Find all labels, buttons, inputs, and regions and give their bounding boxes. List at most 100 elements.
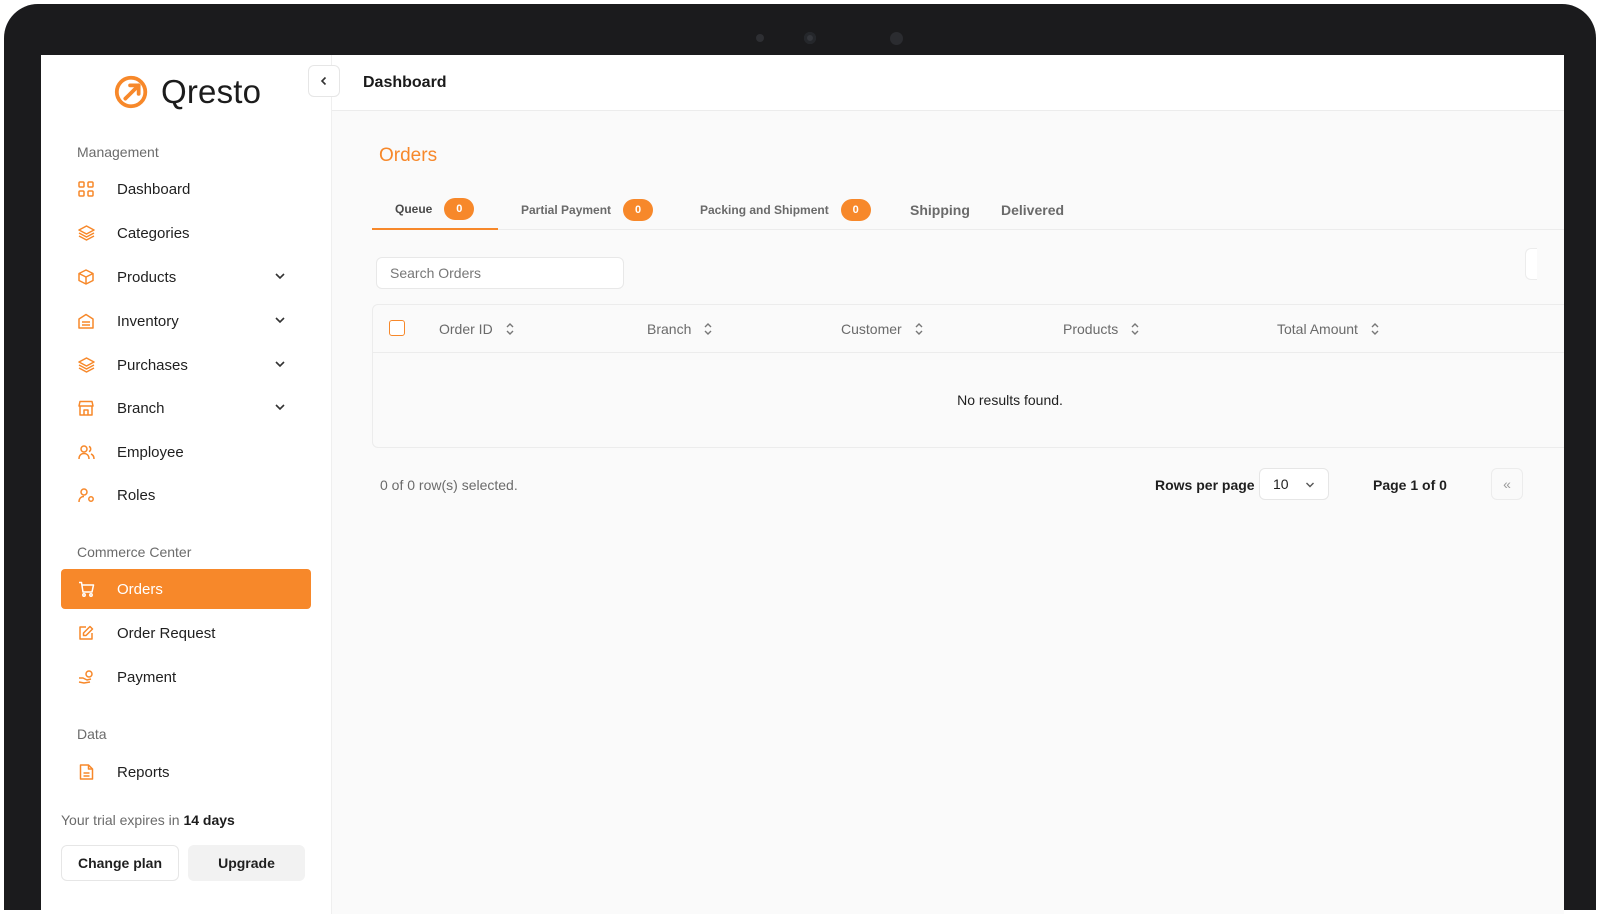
brand-logo[interactable]: Qresto xyxy=(113,73,261,111)
trial-notice: Your trial expires in 14 days xyxy=(61,812,235,828)
column-label: Order ID xyxy=(439,321,493,337)
sidebar-item-label: Dashboard xyxy=(117,180,191,198)
sort-icon xyxy=(704,323,712,335)
tab-delivered[interactable]: Delivered xyxy=(1001,189,1064,230)
column-header-branch[interactable]: Branch xyxy=(647,321,713,337)
section-heading-orders: Orders xyxy=(379,145,438,166)
sidebar-item-label: Reports xyxy=(117,763,170,781)
column-label: Customer xyxy=(841,321,902,337)
column-label: Total Amount xyxy=(1277,321,1358,337)
sidebar-toggle-button[interactable] xyxy=(308,65,340,97)
cart-icon xyxy=(77,580,95,598)
selection-count: 0 of 0 row(s) selected. xyxy=(380,477,518,493)
sidebar-item-payment[interactable]: Payment xyxy=(61,657,311,697)
store-icon xyxy=(77,399,95,417)
sidebar-item-label: Order Request xyxy=(117,624,216,642)
laptop-frame: Qresto Management Dashboard Categories P… xyxy=(4,4,1596,914)
sidebar-item-categories[interactable]: Categories xyxy=(61,213,311,253)
users-icon xyxy=(77,443,95,461)
column-header-customer[interactable]: Customer xyxy=(841,321,924,337)
sort-icon xyxy=(1131,323,1139,335)
table-header: Order ID Branch Customer Products Total … xyxy=(373,305,1564,353)
warehouse-icon xyxy=(77,312,95,330)
section-title-data: Data xyxy=(77,726,107,742)
orders-table: Order ID Branch Customer Products Total … xyxy=(372,304,1564,448)
column-header-products[interactable]: Products xyxy=(1063,321,1140,337)
sidebar-item-label: Products xyxy=(117,268,177,286)
count-badge: 0 xyxy=(840,198,871,221)
logo-mark-icon xyxy=(114,75,148,109)
toolbar-edge-button[interactable] xyxy=(1525,248,1537,280)
trial-prefix: Your trial expires in xyxy=(61,812,180,828)
top-bar: Dashboard xyxy=(308,55,1564,111)
sidebar-item-label: Categories xyxy=(117,224,190,242)
tab-partial-payment[interactable]: Partial Payment 0 xyxy=(521,189,654,230)
sidebar-item-label: Payment xyxy=(117,668,177,686)
sidebar-item-order-request[interactable]: Order Request xyxy=(61,613,311,653)
sidebar-item-label: Purchases xyxy=(117,356,188,374)
empty-state-message: No results found. xyxy=(957,392,1063,408)
brand-name: Qresto xyxy=(161,73,262,110)
layers-icon xyxy=(77,224,95,242)
count-badge: 0 xyxy=(444,197,475,220)
layers-icon xyxy=(77,356,95,374)
tab-label: Partial Payment xyxy=(521,202,612,217)
first-page-button[interactable]: « xyxy=(1491,468,1523,500)
sidebar-item-employee[interactable]: Employee xyxy=(61,432,311,472)
page-indicator: Page 1 of 0 xyxy=(1373,477,1447,493)
tab-label: Packing and Shipment xyxy=(700,202,829,217)
sidebar-item-dashboard[interactable]: Dashboard xyxy=(61,169,311,209)
sort-icon xyxy=(506,323,514,335)
order-status-tabs: Queue 0 Partial Payment 0 Packing and Sh… xyxy=(372,189,1564,230)
sort-icon xyxy=(915,323,923,335)
camera-lens xyxy=(804,32,816,44)
sidebar-item-roles[interactable]: Roles xyxy=(61,475,311,515)
edit-icon xyxy=(77,624,95,642)
chevron-left-icon xyxy=(320,76,327,86)
sidebar-item-purchases[interactable]: Purchases xyxy=(61,345,311,385)
sidebar-item-label: Employee xyxy=(117,443,184,461)
tab-shipping[interactable]: Shipping xyxy=(910,189,970,230)
rows-per-page-value: 10 xyxy=(1273,476,1289,492)
column-label: Products xyxy=(1063,321,1119,337)
sidebar-item-orders[interactable]: Orders xyxy=(61,569,311,609)
rows-per-page-select[interactable]: 10 xyxy=(1259,468,1329,500)
column-header-order-id[interactable]: Order ID xyxy=(439,321,515,337)
change-plan-button[interactable]: Change plan xyxy=(61,845,179,881)
chevron-down-icon[interactable] xyxy=(273,357,287,371)
tab-packing-and-shipment[interactable]: Packing and Shipment 0 xyxy=(700,189,871,230)
sensor-dot xyxy=(890,32,903,45)
chevron-down-icon xyxy=(1306,482,1314,488)
column-label: Branch xyxy=(647,321,692,337)
sensor-dot xyxy=(756,34,764,42)
tab-queue[interactable]: Queue 0 xyxy=(372,189,498,230)
column-header-total-amount[interactable]: Total Amount xyxy=(1277,321,1380,337)
sidebar-item-label: Orders xyxy=(117,580,163,598)
box-icon xyxy=(77,268,95,286)
tab-label: Shipping xyxy=(910,201,970,218)
count-badge: 0 xyxy=(623,198,654,221)
sidebar-item-label: Inventory xyxy=(117,312,179,330)
upgrade-button[interactable]: Upgrade xyxy=(188,845,305,881)
page-title: Dashboard xyxy=(363,74,447,91)
search-input[interactable] xyxy=(376,257,624,289)
double-chevron-left-icon: « xyxy=(1503,476,1511,492)
sidebar-item-branch[interactable]: Branch xyxy=(61,388,311,428)
chevron-down-icon[interactable] xyxy=(273,313,287,327)
tab-label: Queue xyxy=(395,201,433,216)
sidebar-item-products[interactable]: Products xyxy=(61,257,311,297)
trial-days: 14 days xyxy=(183,812,235,828)
rows-per-page-label: Rows per page xyxy=(1155,477,1255,493)
user-key-icon xyxy=(77,486,95,504)
chevron-down-icon[interactable] xyxy=(273,400,287,414)
select-all-checkbox[interactable] xyxy=(389,320,405,336)
screen: Qresto Management Dashboard Categories P… xyxy=(41,55,1564,914)
hand-coin-icon xyxy=(77,668,95,686)
sidebar-item-reports[interactable]: Reports xyxy=(61,752,311,792)
section-title-management: Management xyxy=(77,144,159,160)
chevron-down-icon[interactable] xyxy=(273,269,287,283)
sidebar-item-label: Roles xyxy=(117,486,156,504)
sort-icon xyxy=(1371,323,1379,335)
sidebar-item-inventory[interactable]: Inventory xyxy=(61,301,311,341)
sidebar-item-label: Branch xyxy=(117,399,165,417)
